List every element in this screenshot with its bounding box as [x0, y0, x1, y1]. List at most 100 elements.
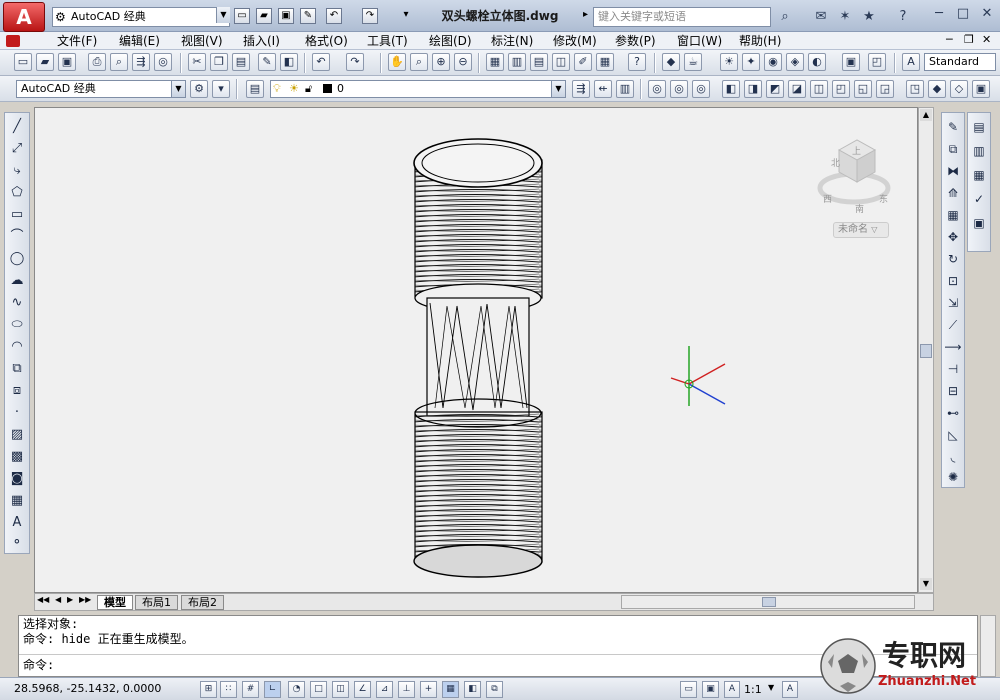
- sheet-set-icon[interactable]: ◫: [552, 53, 570, 71]
- search-input[interactable]: 键入关键字或短语: [593, 7, 771, 27]
- gradient-icon[interactable]: ▩: [7, 447, 27, 467]
- quick-view-layouts-icon[interactable]: ▣: [702, 681, 719, 698]
- ellipse-icon[interactable]: ⬭: [7, 315, 27, 335]
- horizontal-scroll-thumb[interactable]: [762, 597, 776, 607]
- qnew-icon[interactable]: ▭: [14, 53, 32, 71]
- pan-icon[interactable]: ✋: [388, 53, 406, 71]
- offset-faces-icon[interactable]: ◩: [766, 80, 784, 98]
- toolbar-help-icon[interactable]: ?: [628, 53, 646, 71]
- 3d-object-snap-icon[interactable]: ◫: [332, 681, 349, 698]
- menu-tools[interactable]: 工具(T): [364, 32, 411, 50]
- teapot-icon[interactable]: ☕: [684, 53, 702, 71]
- rectangle-icon[interactable]: ▭: [7, 205, 27, 225]
- tab-layout1[interactable]: 布局1: [135, 595, 178, 610]
- render-icon[interactable]: ◉: [764, 53, 782, 71]
- spline-icon[interactable]: ∿: [7, 293, 27, 313]
- help-icon[interactable]: ?: [894, 8, 912, 26]
- multiline-text-icon[interactable]: A: [7, 513, 27, 533]
- ucs-menu-button[interactable]: 未命名 ▽: [833, 222, 889, 238]
- menu-parametric[interactable]: 参数(P): [612, 32, 659, 50]
- spell-check-icon[interactable]: ✓: [969, 189, 989, 209]
- annotation-scale-value[interactable]: 1:1: [744, 683, 762, 696]
- layer-previous-icon[interactable]: ⇷: [594, 80, 612, 98]
- vertical-scrollbar[interactable]: ▲ ▼: [918, 107, 934, 593]
- sun-icon[interactable]: ☀: [720, 53, 738, 71]
- workspace-settings-icon[interactable]: ⚙: [190, 80, 208, 98]
- menu-file[interactable]: 文件(F): [54, 32, 100, 50]
- copy-object-icon[interactable]: ⧉: [943, 139, 963, 159]
- search-expand-icon[interactable]: ▸: [583, 9, 588, 20]
- text-style-combo[interactable]: Standard: [924, 53, 996, 71]
- transparency-icon[interactable]: ▦: [442, 681, 459, 698]
- advanced-render-icon[interactable]: ◰: [868, 53, 886, 71]
- workspace-selector[interactable]: ⚙ AutoCAD 经典 ▼: [52, 7, 230, 27]
- toolbar-undo-icon[interactable]: ↶: [312, 53, 330, 71]
- polar-tracking-icon[interactable]: ◔: [288, 681, 305, 698]
- doc-close-icon[interactable]: ✕: [982, 33, 991, 46]
- fillet-icon[interactable]: ◟: [943, 447, 963, 467]
- model-space-icon[interactable]: ▭: [680, 681, 697, 698]
- annotation-visibility-icon[interactable]: A: [782, 681, 798, 698]
- tool-palettes-icon[interactable]: ▤: [530, 53, 548, 71]
- minimize-icon[interactable]: ─: [928, 4, 950, 24]
- toolbar-redo-icon[interactable]: ↷: [346, 53, 364, 71]
- stretch-icon[interactable]: ⇲: [943, 293, 963, 313]
- array-icon[interactable]: ▦: [943, 205, 963, 225]
- vertical-scroll-thumb[interactable]: [920, 344, 932, 358]
- maximize-icon[interactable]: □: [952, 4, 974, 24]
- double-end-stud-3d-model[interactable]: [413, 138, 543, 578]
- plot-icon[interactable]: ⎙: [88, 53, 106, 71]
- menu-window[interactable]: 窗口(W): [674, 32, 725, 50]
- tab-first-icon[interactable]: ◀◀: [37, 595, 49, 604]
- doc-restore-icon[interactable]: ❐: [964, 33, 974, 46]
- close-icon[interactable]: ✕: [976, 4, 998, 24]
- workspace-save-icon[interactable]: ▾: [212, 80, 230, 98]
- circle-icon[interactable]: ◯: [7, 249, 27, 269]
- document-icon[interactable]: [6, 35, 20, 47]
- model-space-svg[interactable]: [35, 108, 919, 594]
- layer-states-icon[interactable]: ▥: [616, 80, 634, 98]
- polygon-icon[interactable]: ⬠: [7, 183, 27, 203]
- intersect-icon[interactable]: ◎: [692, 80, 710, 98]
- layer-manager-icon[interactable]: ▤: [246, 80, 264, 98]
- mirror-icon[interactable]: ⧓: [943, 161, 963, 181]
- offset-icon[interactable]: ⟰: [943, 183, 963, 203]
- tab-layout2[interactable]: 布局2: [181, 595, 224, 610]
- doc-minimize-icon[interactable]: ─: [946, 33, 953, 46]
- new-icon[interactable]: ▭: [234, 8, 250, 24]
- menu-edit[interactable]: 编辑(E): [116, 32, 163, 50]
- markup-icon[interactable]: ✐: [574, 53, 592, 71]
- menu-dimension[interactable]: 标注(N): [488, 32, 536, 50]
- undo-icon[interactable]: ↶: [326, 8, 342, 24]
- layer-combo[interactable]: 💡︎ ☀ 🔓︎ 0 ▼: [270, 80, 566, 98]
- cut-icon[interactable]: ✂: [188, 53, 206, 71]
- match-properties-icon[interactable]: ✎: [258, 53, 276, 71]
- tab-last-icon[interactable]: ▶▶: [79, 595, 91, 604]
- save-file-icon[interactable]: ▣: [58, 53, 76, 71]
- zoom-window-icon[interactable]: ⊕: [432, 53, 450, 71]
- light-icon[interactable]: ✦: [742, 53, 760, 71]
- separate-icon[interactable]: ◇: [950, 80, 968, 98]
- extend-icon[interactable]: ⟶: [943, 337, 963, 357]
- union-icon[interactable]: ◎: [648, 80, 666, 98]
- workspace-combo-2[interactable]: AutoCAD 经典 ▼: [16, 80, 186, 98]
- color-faces-icon[interactable]: ◲: [876, 80, 894, 98]
- hatch-icon[interactable]: ▨: [7, 425, 27, 445]
- extrude-faces-icon[interactable]: ◧: [722, 80, 740, 98]
- selection-cycling-icon[interactable]: ⧉: [486, 681, 503, 698]
- subscription-icon[interactable]: ✶: [836, 8, 854, 26]
- make-current-layer-icon[interactable]: ⇶: [572, 80, 590, 98]
- rotate-faces-icon[interactable]: ◫: [810, 80, 828, 98]
- shell-icon[interactable]: ▣: [972, 80, 990, 98]
- calculator-icon[interactable]: ▦: [596, 53, 614, 71]
- zoom-previous-icon[interactable]: ⊖: [454, 53, 472, 71]
- menu-draw[interactable]: 绘图(D): [426, 32, 475, 50]
- ortho-mode-icon[interactable]: ∟: [264, 681, 281, 698]
- erase-icon[interactable]: ✎: [943, 117, 963, 137]
- break-at-point-icon[interactable]: ⊣: [943, 359, 963, 379]
- snap-mode-icon[interactable]: ∷: [220, 681, 237, 698]
- render-window-icon[interactable]: ▣: [842, 53, 860, 71]
- insert-block-icon[interactable]: ⧉: [7, 359, 27, 379]
- join-icon[interactable]: ⊷: [943, 403, 963, 423]
- object-snap-icon[interactable]: □: [310, 681, 327, 698]
